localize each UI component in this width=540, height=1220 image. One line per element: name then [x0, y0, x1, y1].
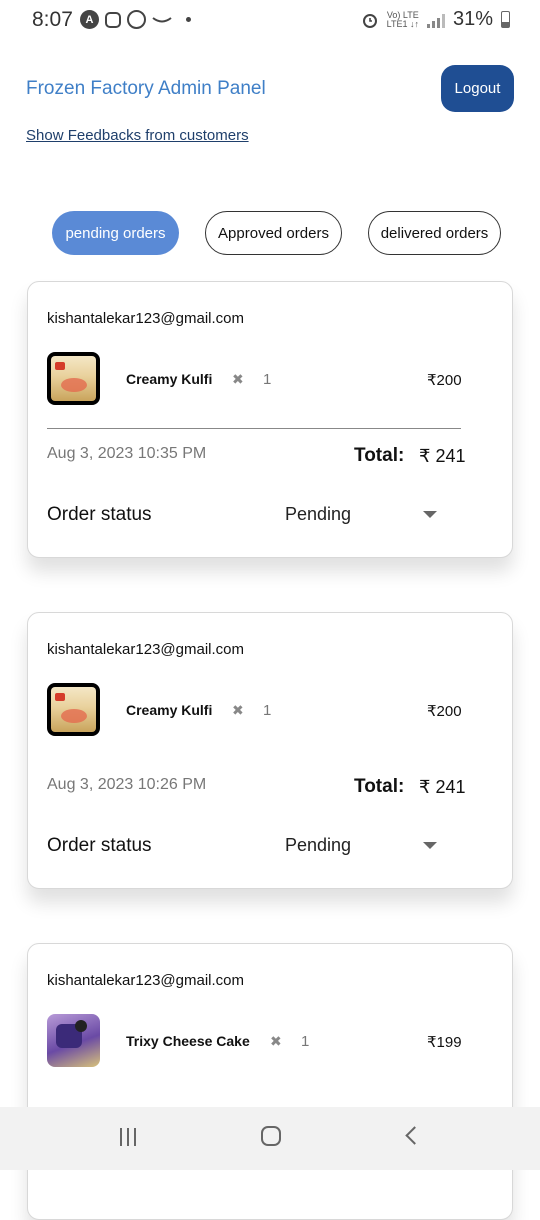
tab-pending-orders[interactable]: pending orders: [52, 211, 179, 255]
order-status-select[interactable]: Pending: [285, 835, 351, 856]
total-value: ₹ 241: [419, 446, 466, 466]
order-status-select[interactable]: Pending: [285, 504, 351, 525]
network-bottom-text: LTE1 ↓↑: [386, 18, 419, 29]
divider: [47, 428, 461, 429]
signal-icon: [426, 12, 445, 28]
order-card: kishantalekar123@gmail.com Creamy Kulfi …: [27, 612, 513, 889]
logout-button[interactable]: Logout: [441, 65, 514, 112]
feedback-link[interactable]: Show Feedbacks from customers: [26, 127, 249, 144]
multiply-icon: ✖: [232, 702, 244, 718]
product-quantity: 1: [301, 1033, 310, 1050]
order-date: Aug 3, 2023 10:35 PM: [47, 445, 207, 462]
tab-approved-orders[interactable]: Approved orders: [205, 211, 342, 255]
page-title: Frozen Factory Admin Panel: [26, 78, 266, 99]
order-card: kishantalekar123@gmail.com Creamy Kulfi …: [27, 281, 513, 558]
product-price: ₹200: [427, 372, 462, 389]
chevron-down-icon[interactable]: [423, 842, 437, 849]
system-icons: Vo) LTE LTE1 ↓↑ 31%: [361, 8, 510, 31]
order-date: Aug 3, 2023 10:26 PM: [47, 776, 207, 793]
total-label: Total:: [354, 776, 405, 797]
dot-icon: [186, 17, 191, 22]
status-time: 8:07: [32, 8, 73, 31]
network-indicator: Vo) LTE LTE1 ↓↑: [386, 10, 419, 29]
product-image: [47, 352, 100, 405]
instagram-icon: [105, 11, 121, 28]
tab-delivered-orders[interactable]: delivered orders: [368, 211, 501, 255]
product-quantity: 1: [263, 371, 272, 388]
messenger-icon: [127, 10, 146, 29]
order-tabs: pending orders Approved orders delivered…: [0, 211, 540, 255]
product-image: [47, 683, 100, 736]
customer-email: kishantalekar123@gmail.com: [47, 641, 244, 658]
chevron-down-icon[interactable]: [423, 511, 437, 518]
amazon-icon: [152, 16, 172, 22]
product-name: Creamy Kulfi: [126, 371, 213, 387]
multiply-icon: ✖: [232, 371, 244, 387]
product-name: Creamy Kulfi: [126, 702, 213, 718]
back-icon[interactable]: [405, 1126, 424, 1145]
product-price: ₹200: [427, 703, 462, 720]
system-nav-bar: [0, 1107, 540, 1170]
battery-percent: 31%: [452, 8, 493, 30]
app-a-icon: A: [80, 10, 99, 29]
order-card: kishantalekar123@gmail.com Trixy Cheese …: [27, 943, 513, 1220]
product-image: [47, 1014, 100, 1067]
product-name: Trixy Cheese Cake: [126, 1033, 250, 1049]
order-status-label: Order status: [47, 504, 152, 525]
notification-icons: A: [80, 10, 191, 29]
total-value: ₹ 241: [419, 777, 466, 797]
order-status-label: Order status: [47, 835, 152, 856]
total-label: Total:: [354, 445, 405, 466]
customer-email: kishantalekar123@gmail.com: [47, 310, 244, 327]
customer-email: kishantalekar123@gmail.com: [47, 972, 244, 989]
recents-icon[interactable]: [120, 1128, 142, 1146]
product-quantity: 1: [263, 702, 272, 719]
alarm-icon: [362, 13, 377, 28]
home-icon[interactable]: [261, 1126, 281, 1146]
product-price: ₹199: [427, 1034, 462, 1051]
battery-icon: [501, 11, 510, 28]
multiply-icon: ✖: [270, 1033, 282, 1049]
status-bar: 8:07 A Vo) LTE LTE1 ↓↑ 31%: [0, 0, 540, 40]
